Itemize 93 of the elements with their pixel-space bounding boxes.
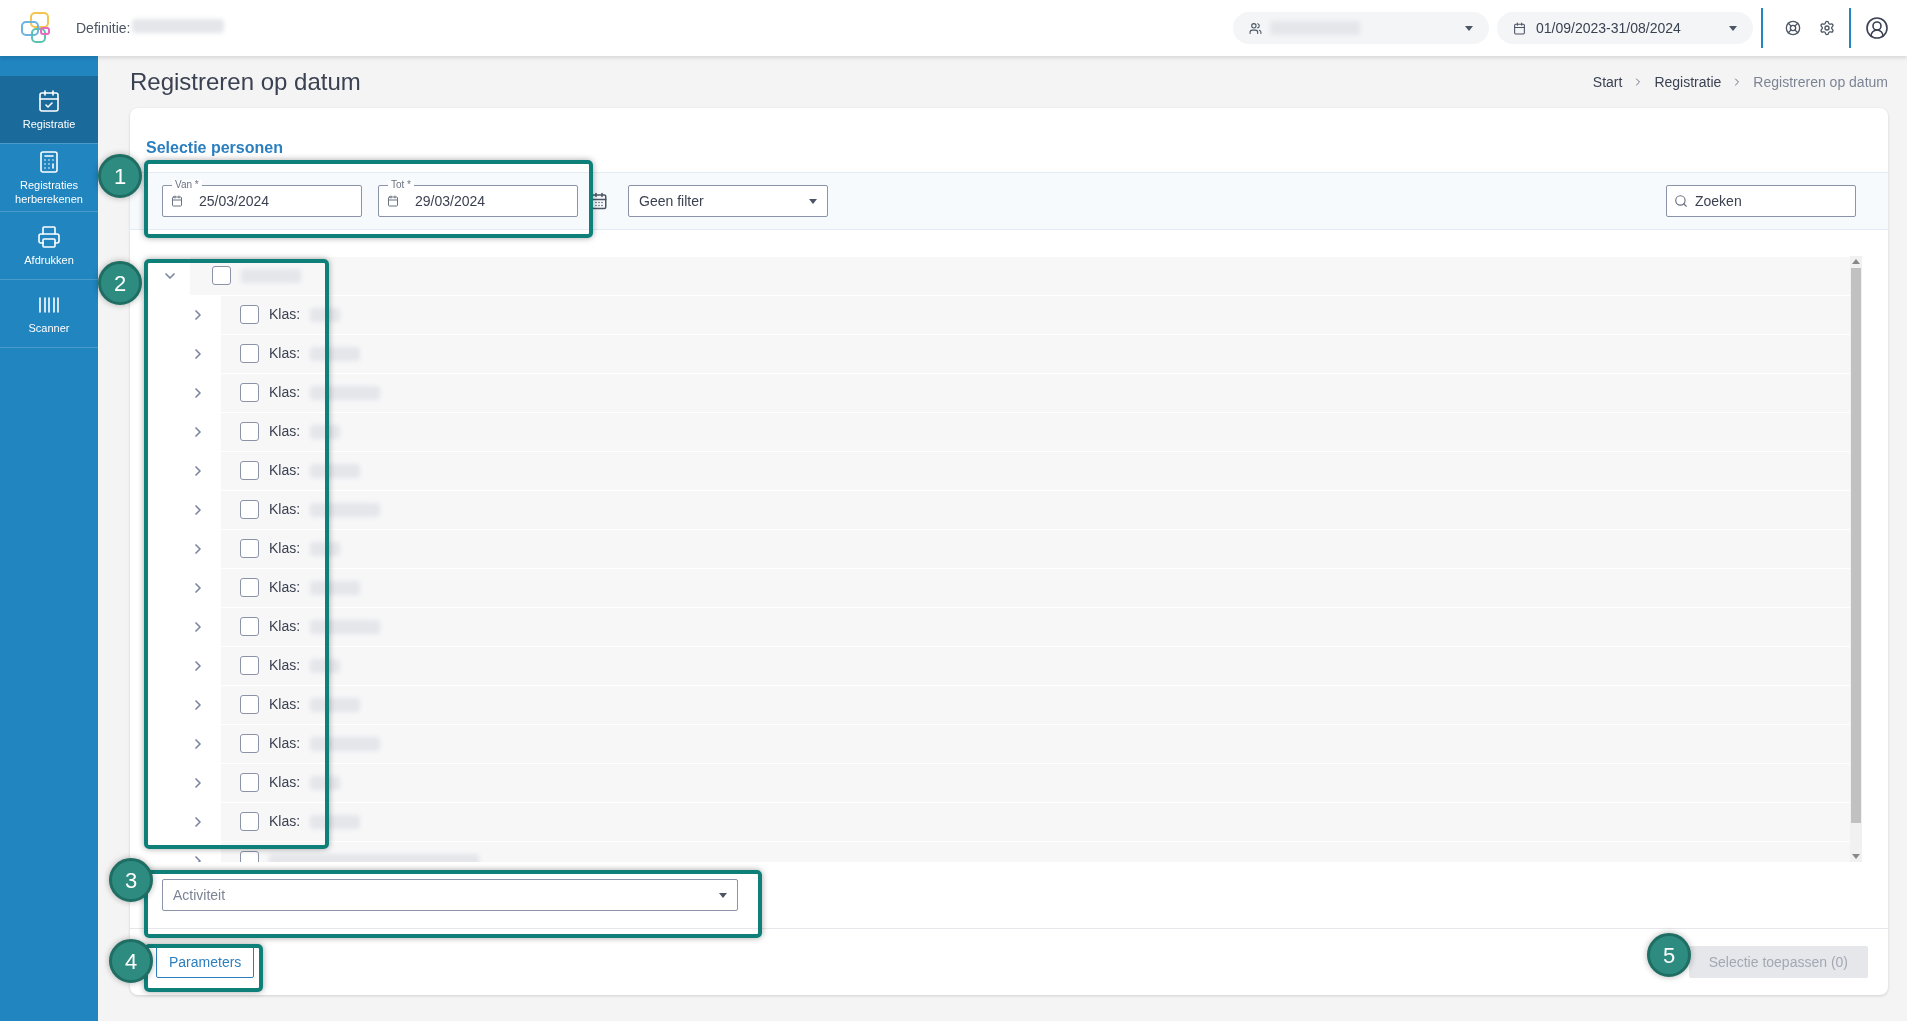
class-label: Klas:: [269, 461, 301, 480]
caret-icon: [1729, 25, 1737, 31]
class-label: Klas:: [269, 773, 301, 792]
tree-row[interactable]: Klas:: [221, 724, 1850, 763]
calendar-icon[interactable]: [590, 192, 608, 210]
checkbox[interactable]: [240, 617, 259, 636]
people-icon: [1249, 21, 1262, 35]
checkbox[interactable]: [240, 734, 259, 753]
tree-row[interactable]: Klas:: [221, 802, 1850, 841]
tree-row[interactable]: Klas:: [221, 763, 1850, 802]
help-icon[interactable]: [1785, 20, 1801, 36]
step-number: 1: [98, 154, 142, 198]
checkbox[interactable]: [240, 344, 259, 363]
blurred-text: [310, 697, 361, 712]
settings-icon[interactable]: [1819, 20, 1835, 36]
date-value: 29/03/2024: [415, 191, 486, 211]
tree-row[interactable]: Klas:: [221, 685, 1850, 724]
activity-select[interactable]: Activiteit: [162, 879, 738, 911]
checkbox[interactable]: [240, 812, 259, 831]
tree-row[interactable]: Klas:: [221, 568, 1850, 607]
checkbox[interactable]: [240, 539, 259, 558]
blurred-text: [310, 814, 361, 829]
tree-row[interactable]: Klas:: [221, 451, 1850, 490]
checkbox[interactable]: [240, 695, 259, 714]
scrollbar[interactable]: [1850, 256, 1862, 862]
sidebar-item[interactable]: Scanner: [0, 280, 98, 348]
sidebar-item[interactable]: Registraties herberekenen: [0, 144, 98, 212]
step-number: 4: [109, 939, 153, 983]
class-label: Klas:: [269, 305, 301, 324]
sidebar-item[interactable]: Registratie: [0, 76, 98, 144]
blurred-text: [310, 580, 361, 595]
breadcrumb-link[interactable]: Registratie: [1654, 71, 1722, 93]
calendar-icon: [387, 195, 399, 207]
class-label: Klas:: [269, 695, 301, 714]
sidebar-item[interactable]: Afdrukken: [0, 212, 98, 280]
field-label: Tot *: [388, 180, 414, 190]
blurred-text: [310, 736, 381, 751]
section-title: Selectie personen: [146, 138, 284, 158]
page-title: Registreren op datum: [130, 67, 361, 97]
class-label: Klas:: [269, 656, 301, 675]
checkbox[interactable]: [240, 578, 259, 597]
tree-row[interactable]: Klas:: [221, 412, 1850, 451]
caret-icon: [1465, 25, 1473, 31]
class-label: Klas:: [269, 617, 301, 636]
field-label: Van *: [172, 180, 202, 190]
tree-row[interactable]: Klas:: [221, 295, 1850, 334]
checkbox[interactable]: [240, 305, 259, 324]
calendar-icon: [171, 195, 183, 207]
blurred-text: [310, 619, 381, 634]
step-number: 3: [109, 858, 153, 902]
filter-select[interactable]: Geen filter: [628, 185, 828, 217]
sidebar-icon: [37, 88, 61, 113]
blurred-text: [310, 346, 361, 361]
class-label: Klas:: [269, 812, 301, 831]
checkbox[interactable]: [240, 773, 259, 792]
sidebar-icon: [37, 149, 61, 174]
caret-icon: [809, 198, 817, 204]
step-number: 2: [98, 261, 142, 305]
class-label: Klas:: [269, 539, 301, 558]
definition-label: Definitie:: [76, 18, 131, 38]
blurred-text: [310, 385, 381, 400]
tree-row[interactable]: Klas:: [221, 334, 1850, 373]
parameters-button[interactable]: Parameters: [156, 946, 255, 978]
caret-icon: [719, 892, 727, 898]
search-icon: [1674, 194, 1688, 208]
blurred-text: [310, 463, 361, 478]
date-value: 25/03/2024: [199, 191, 270, 211]
period-selector[interactable]: 01/09/2023-31/08/2024: [1497, 12, 1753, 44]
user-icon[interactable]: [1865, 16, 1889, 40]
class-label: Klas:: [269, 500, 301, 519]
period-value: 01/09/2023-31/08/2024: [1536, 18, 1681, 38]
checkbox[interactable]: [240, 422, 259, 441]
tree-row[interactable]: Klas:: [221, 490, 1850, 529]
tree-row[interactable]: Klas:: [221, 373, 1850, 412]
search-field[interactable]: Zoeken: [1666, 185, 1856, 217]
sidebar-icon: [37, 224, 61, 249]
calendar-icon: [1513, 21, 1526, 35]
breadcrumb-link[interactable]: Start: [1592, 71, 1623, 93]
class-label: Klas:: [269, 383, 301, 402]
checkbox[interactable]: [240, 461, 259, 480]
tree-row[interactable]: Klas:: [221, 529, 1850, 568]
blurred-text: [310, 502, 381, 517]
checkbox[interactable]: [240, 500, 259, 519]
checkbox[interactable]: [212, 266, 231, 285]
checkbox[interactable]: [240, 383, 259, 402]
logo-icon: [20, 11, 52, 45]
tree-row[interactable]: Klas:: [221, 607, 1850, 646]
class-label: Klas:: [269, 578, 301, 597]
class-label: Klas:: [269, 422, 301, 441]
tree-row[interactable]: Klas:: [221, 646, 1850, 685]
class-label: Klas:: [269, 734, 301, 753]
checkbox[interactable]: [240, 656, 259, 675]
class-label: Klas:: [269, 344, 301, 363]
